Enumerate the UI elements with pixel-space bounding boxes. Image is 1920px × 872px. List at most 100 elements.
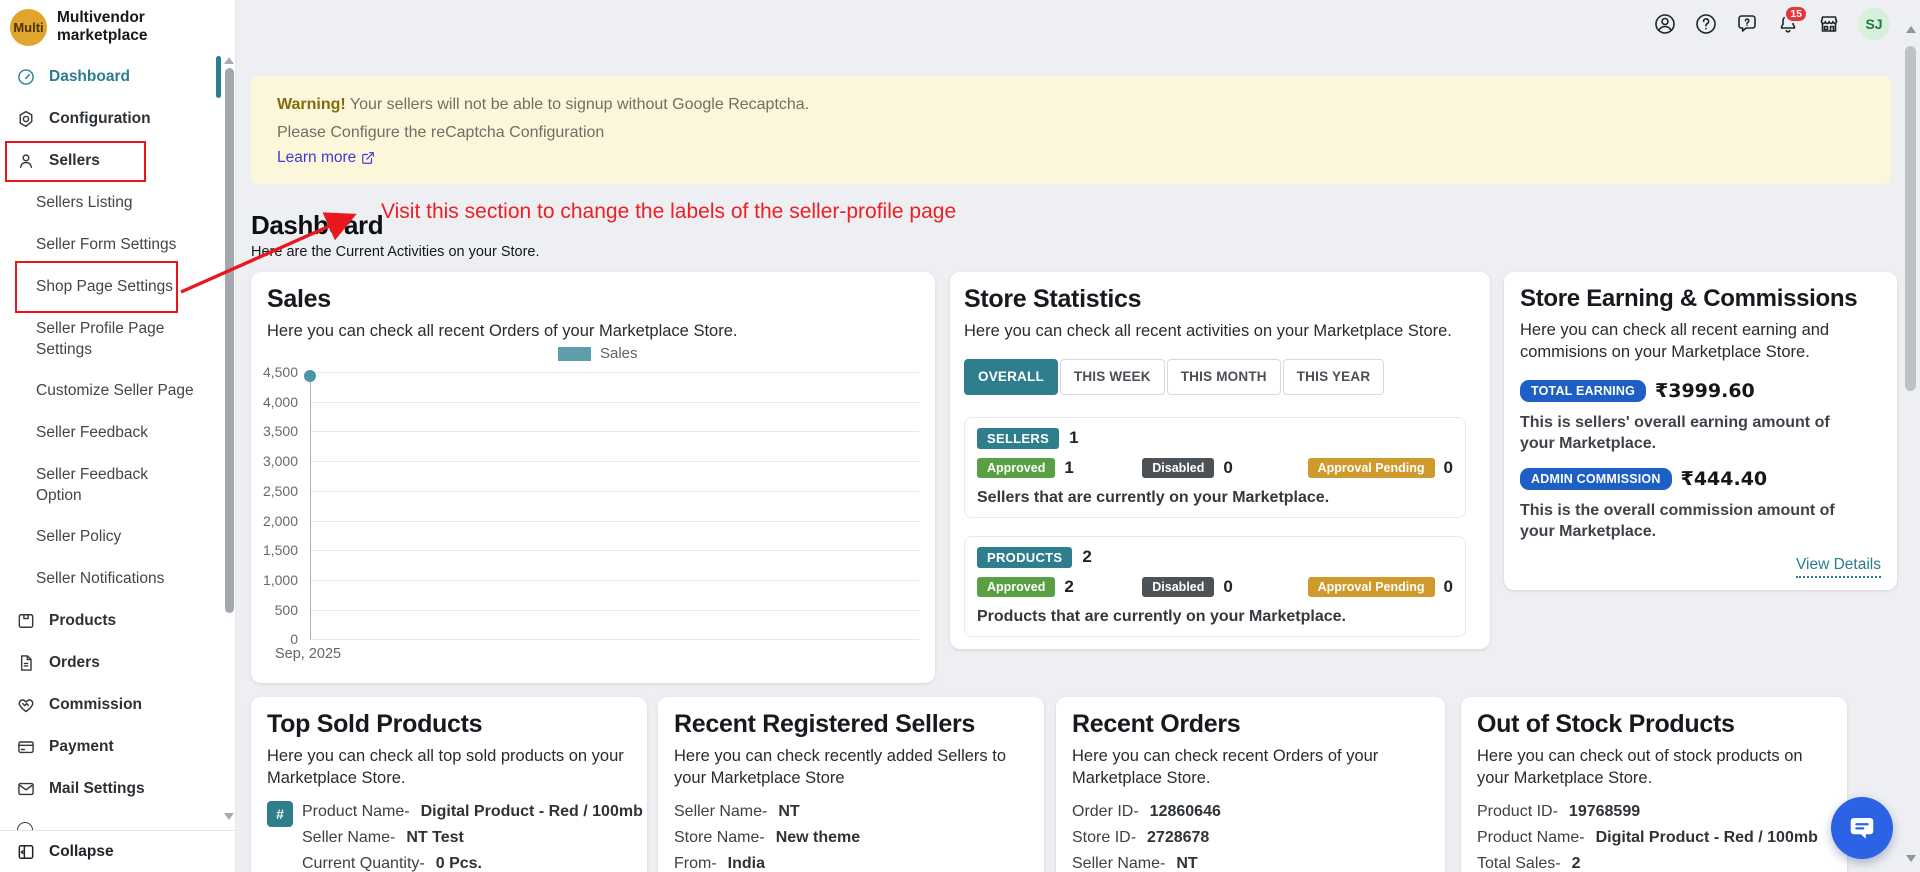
sellers-total: 1: [1069, 428, 1079, 447]
sidebar-scroll-up-arrow[interactable]: [224, 57, 234, 64]
sidebar-nav: Dashboard Configuration Sellers Sellers …: [0, 56, 223, 830]
disabled-badge: Disabled: [1142, 576, 1215, 597]
earnings-subtitle: Here you can check all recent earning an…: [1520, 321, 1830, 361]
sidebar-item-label: Dashboard: [49, 68, 130, 85]
sidebar-item-dashboard[interactable]: Dashboard: [0, 56, 223, 98]
sales-card: Sales Here you can check all recent Orde…: [251, 272, 935, 683]
sidebar-item-seller-profile-page-settings[interactable]: Seller Profile Page Settings: [0, 308, 223, 370]
total-earning-description: This is sellers' overall earning amount …: [1520, 414, 1830, 452]
approval-pending-badge: Approval Pending: [1307, 576, 1435, 597]
detail-row: Store Name- New theme: [674, 829, 861, 846]
sidebar-item-sellers-listing[interactable]: Sellers Listing: [0, 182, 223, 224]
user-account-button[interactable]: [1653, 12, 1677, 36]
card-title: Out of Stock Products: [1477, 710, 1735, 738]
y-tick: 3,000: [262, 453, 298, 470]
sidebar-item-label: Configuration: [49, 110, 151, 127]
brand-logo: Multi: [10, 8, 47, 46]
feedback-button[interactable]: [1735, 12, 1759, 36]
earnings-title: Store Earning & Commissions: [1520, 285, 1858, 312]
y-tick: 4,000: [262, 393, 298, 410]
page-scrollbar[interactable]: [1905, 46, 1916, 391]
warning-line2: Please Configure the reCaptcha Configura…: [277, 124, 605, 141]
card-subtitle: Here you can check all top sold products…: [267, 747, 624, 787]
topbar: 15 SJ: [1653, 5, 1890, 40]
view-details-link[interactable]: View Details: [1795, 556, 1881, 578]
admin-commission-description: This is the overall commission amount of…: [1520, 502, 1835, 540]
sidebar-item-label: Seller Notifications: [36, 570, 165, 587]
recent-orders-card: Recent Orders Here you can check recent …: [1056, 697, 1445, 872]
tab-this-year[interactable]: THIS YEAR: [1282, 358, 1385, 395]
sidebar-collapse[interactable]: Collapse: [0, 830, 235, 872]
brand: Multi Multivendor marketplace: [0, 0, 235, 54]
external-link-icon: [362, 152, 375, 164]
storefront-icon: [1820, 16, 1838, 32]
sidebar-item-payment[interactable]: Payment: [0, 726, 223, 768]
sidebar-item-orders[interactable]: Orders: [0, 642, 223, 684]
y-tick: 3,500: [262, 423, 298, 440]
sidebar-item-mail-settings[interactable]: Mail Settings: [0, 768, 223, 810]
store-statistics-subtitle: Here you can check all recent activities…: [964, 322, 1452, 340]
sidebar-item-label: Shop Page Settings: [36, 278, 174, 295]
sidebar-item-label: Seller Form Settings: [36, 236, 177, 253]
learn-more-link[interactable]: Learn more: [277, 149, 375, 167]
sidebar-item-seller-form-settings[interactable]: Seller Form Settings: [0, 224, 223, 266]
disabled-badge: Disabled: [1142, 457, 1215, 478]
notifications-button[interactable]: 15: [1776, 5, 1808, 36]
y-tick: 500: [274, 601, 298, 618]
sidebar-item-customize-seller-page[interactable]: Customize Seller Page: [0, 370, 223, 412]
sidebar-item-sellers[interactable]: Sellers: [0, 140, 223, 182]
avatar[interactable]: SJ: [1858, 8, 1890, 40]
products-badge: PRODUCTS: [977, 546, 1073, 568]
products-group-description: Products that are currently on your Mark…: [977, 607, 1346, 625]
sidebar-item-label: Seller Policy: [36, 528, 122, 545]
sidebar-item-products[interactable]: Products: [0, 600, 223, 642]
detail-row: Total Sales- 2: [1477, 855, 1581, 872]
credit-card-icon: [18, 741, 34, 754]
tab-this-week[interactable]: THIS WEEK: [1059, 358, 1165, 395]
user-circle-icon: [1655, 14, 1675, 34]
sidebar-item-configuration[interactable]: Configuration: [0, 98, 223, 140]
card-title: Recent Orders: [1072, 710, 1241, 738]
sellers-stat-group: SELLERS 1 Approved 1 Disabled 0 Approval…: [964, 416, 1466, 518]
sidebar-scrollbar[interactable]: [225, 68, 234, 613]
approval-pending-badge: Approval Pending: [1307, 457, 1435, 478]
sidebar-item-shop-page-settings[interactable]: Shop Page Settings: [0, 266, 223, 308]
sidebar-item-label: Seller Profile Page Settings: [36, 320, 165, 358]
disabled-count: 0: [1223, 576, 1233, 596]
sellers-group-description: Sellers that are currently on your Marke…: [977, 488, 1330, 506]
chat-question-icon: [1738, 15, 1756, 32]
total-earning-badge: TOTAL EARNING: [1520, 380, 1646, 402]
sidebar-item-seller-notifications[interactable]: Seller Notifications: [0, 558, 223, 600]
y-tick: 2,000: [262, 512, 298, 529]
storefront-button[interactable]: [1817, 12, 1841, 36]
tab-overall[interactable]: OVERALL: [964, 358, 1058, 395]
sidebar-item-seller-policy[interactable]: Seller Policy: [0, 516, 223, 558]
help-button[interactable]: [1694, 12, 1718, 36]
admin-commission-value: ₹444.40: [1680, 468, 1768, 490]
approved-count: 1: [1064, 457, 1074, 477]
detail-row: Order ID- 12860646: [1072, 803, 1221, 820]
recent-registered-sellers-card: Recent Registered Sellers Here you can c…: [658, 697, 1044, 872]
sidebar-item-commission[interactable]: Commission: [0, 684, 223, 726]
envelope-icon: [18, 782, 34, 796]
sidebar-item-label: Commission: [49, 696, 143, 713]
store-statistics-card: Store Statistics Here you can check all …: [950, 272, 1490, 649]
sidebar-item-seller-feedback-option[interactable]: Seller Feedback Option: [0, 454, 223, 516]
sidebar-item-seller-feedback[interactable]: Seller Feedback: [0, 412, 223, 454]
sidebar-item-label: Products: [49, 612, 117, 629]
chat-fab-button[interactable]: [1831, 797, 1893, 859]
pending-count: 0: [1443, 457, 1453, 477]
chart-data-point[interactable]: [304, 370, 316, 382]
notification-count-badge: 15: [1784, 5, 1808, 23]
chat-bubble-icon: [1850, 818, 1874, 839]
sidebar-item-label: Mail Settings: [49, 780, 145, 797]
pending-count: 0: [1443, 576, 1453, 596]
collapse-panel-icon: [18, 844, 34, 859]
page-scroll-up-arrow[interactable]: [1906, 26, 1916, 33]
card-subtitle: Here you can check recently added Seller…: [674, 747, 1007, 787]
card-subtitle: Here you can check recent Orders of your…: [1072, 747, 1379, 787]
sidebar-scroll-down-arrow[interactable]: [224, 813, 234, 820]
x-tick: Sep, 2025: [275, 646, 342, 662]
tab-this-month[interactable]: THIS MONTH: [1166, 358, 1281, 395]
page-scroll-down-arrow[interactable]: [1906, 855, 1916, 862]
